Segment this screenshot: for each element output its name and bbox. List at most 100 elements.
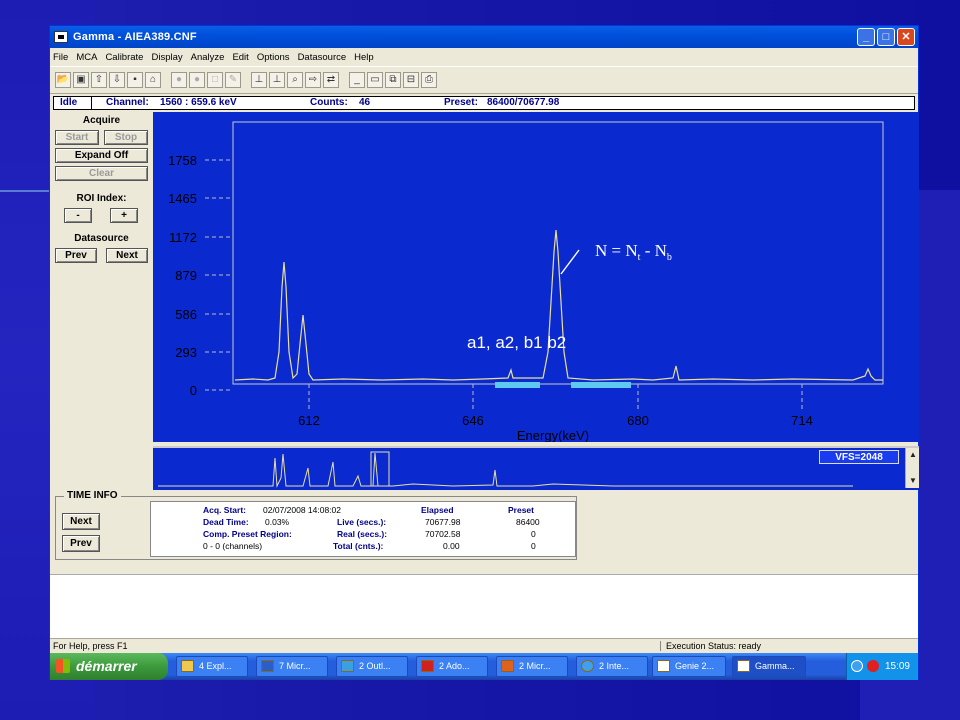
acquire-label: Acquire [82, 115, 121, 126]
roi-a-bar [495, 382, 540, 388]
save-icon[interactable]: ▪ [127, 72, 143, 88]
arrow-icon[interactable]: ⇨ [305, 72, 321, 88]
task-internet[interactable]: 2 Inte... [576, 656, 648, 677]
title-bar[interactable]: Gamma - AIEA389.CNF _ □ ✕ [50, 26, 918, 48]
y-tick-293: 293 [175, 345, 197, 360]
live-elapsed: 70677.98 [425, 517, 461, 527]
annotation-arrow [560, 249, 580, 275]
word-icon [261, 660, 274, 672]
y-tick-586: 586 [175, 307, 197, 322]
help-hint: For Help, press F1 [53, 641, 128, 651]
task-genie[interactable]: Genie 2... [652, 656, 726, 677]
comp-preset-label: Comp. Preset Region: [203, 529, 292, 539]
menu-calibrate[interactable]: Calibrate [105, 52, 143, 63]
menu-analyze[interactable]: Analyze [191, 52, 225, 63]
menu-display[interactable]: Display [151, 52, 182, 63]
system-tray: 15:09 [846, 653, 918, 680]
x-tick-612: 612 [298, 413, 320, 428]
stop-button[interactable]: Stop [104, 130, 148, 145]
live-label: Live (secs.): [337, 517, 387, 527]
task-label: 2 Outl... [359, 661, 391, 671]
task-word[interactable]: 7 Micr... [256, 656, 328, 677]
real-elapsed: 70702.58 [425, 529, 461, 539]
sample-icon[interactable]: ⌂ [145, 72, 161, 88]
spectrum-icon[interactable]: ⊥ [251, 72, 267, 88]
empty-area [50, 574, 918, 638]
prev-datasource-button[interactable]: Prev [55, 248, 97, 263]
task-explorer[interactable]: 4 Expl... [176, 656, 248, 677]
channel-value: 1560 : 659.6 keV [160, 97, 237, 108]
control-panel: Acquire Start Stop Expand Off Clear ROI … [50, 112, 153, 482]
open-folder-icon[interactable]: 📂 [55, 72, 71, 88]
acquisition-status-line: Idle Channel: 1560 : 659.6 keV Counts: 4… [53, 96, 915, 110]
genie-icon [657, 660, 670, 672]
execution-status: Execution Status: ready [660, 641, 761, 651]
scroll-down-icon[interactable]: ▼ [906, 474, 920, 488]
clock: 15:09 [884, 661, 910, 672]
preset-value: 86400/70677.98 [487, 97, 560, 108]
menu-file[interactable]: File [53, 52, 68, 63]
vfs-indicator: VFS=2048 [819, 450, 899, 464]
minimize-button[interactable]: _ [857, 28, 875, 46]
formula-annotation: N = Nt - Nb [595, 241, 672, 263]
window-icon[interactable]: ▭ [367, 72, 383, 88]
real-label: Real (secs.): [337, 529, 388, 539]
cascade-icon[interactable]: ⧉ [385, 72, 401, 88]
clear-button[interactable]: Clear [55, 166, 148, 181]
task-outlook[interactable]: 2 Outl... [336, 656, 408, 677]
overview-plot [158, 451, 853, 488]
task-label: 2 Micr... [519, 661, 551, 671]
download-icon[interactable]: ⇩ [109, 72, 125, 88]
start-button[interactable]: Start [55, 130, 99, 145]
menu-options[interactable]: Options [257, 52, 290, 63]
real-preset: 0 [531, 529, 536, 539]
line-icon[interactable]: _ [349, 72, 365, 88]
menu-edit[interactable]: Edit [232, 52, 248, 63]
x-axis-label: Energy(keV) [517, 428, 589, 442]
total-preset: 0 [531, 541, 536, 551]
next-datasource-button[interactable]: Next [106, 248, 148, 263]
zoom-icon[interactable]: ⌕ [287, 72, 303, 88]
close-button[interactable]: ✕ [897, 28, 915, 46]
upload-icon[interactable]: ⇧ [91, 72, 107, 88]
print-icon[interactable]: ⎙ [421, 72, 437, 88]
time-prev-button[interactable]: Prev [62, 535, 100, 552]
roi-b-bar [571, 382, 631, 388]
start-button[interactable]: démarrer [50, 653, 168, 680]
time-next-button[interactable]: Next [62, 513, 100, 530]
roi-plus-button[interactable]: + [110, 208, 138, 223]
menu-help[interactable]: Help [354, 52, 374, 63]
scale-icon[interactable]: ⇄ [323, 72, 339, 88]
folder-icon[interactable]: ▣ [73, 72, 89, 88]
taskbar: démarrer 4 Expl... 7 Micr... 2 Outl... 2… [50, 653, 918, 680]
x-tick-646: 646 [462, 413, 484, 428]
task-powerpoint[interactable]: 2 Micr... [496, 656, 568, 677]
antivirus-icon[interactable] [867, 660, 879, 672]
overview-spectrum[interactable]: VFS=2048 ▲ ▼ [153, 446, 919, 490]
start-label: démarrer [76, 658, 137, 674]
blank-icon[interactable]: □ [207, 72, 223, 88]
expand-off-button[interactable]: Expand Off [55, 148, 148, 163]
x-tick-714: 714 [791, 413, 813, 428]
folder-icon [181, 660, 194, 672]
status-bar: For Help, press F1 Execution Status: rea… [50, 638, 918, 653]
spectrum-display[interactable]: 1758 1465 1172 879 586 293 0 612 646 680… [153, 112, 919, 443]
tray-chevron-icon[interactable] [851, 660, 863, 672]
menu-mca[interactable]: MCA [76, 52, 97, 63]
record-icon[interactable]: ● [171, 72, 187, 88]
scroll-up-icon[interactable]: ▲ [906, 448, 920, 462]
edit-icon[interactable]: ✎ [225, 72, 241, 88]
preset-label: Preset: [444, 97, 478, 108]
record2-icon[interactable]: ● [189, 72, 205, 88]
tile-icon[interactable]: ⊟ [403, 72, 419, 88]
overview-scrollbar[interactable]: ▲ ▼ [905, 448, 919, 488]
spectrum2-icon[interactable]: ⊥ [269, 72, 285, 88]
task-gamma[interactable]: Gamma... [732, 656, 806, 677]
task-adobe[interactable]: 2 Ado... [416, 656, 488, 677]
roi-minus-button[interactable]: - [64, 208, 92, 223]
menu-datasource[interactable]: Datasource [298, 52, 347, 63]
gamma-app-icon [737, 660, 750, 672]
maximize-button[interactable]: □ [877, 28, 895, 46]
counts-value: 46 [359, 97, 371, 108]
datasource-label: Datasource [74, 233, 129, 244]
